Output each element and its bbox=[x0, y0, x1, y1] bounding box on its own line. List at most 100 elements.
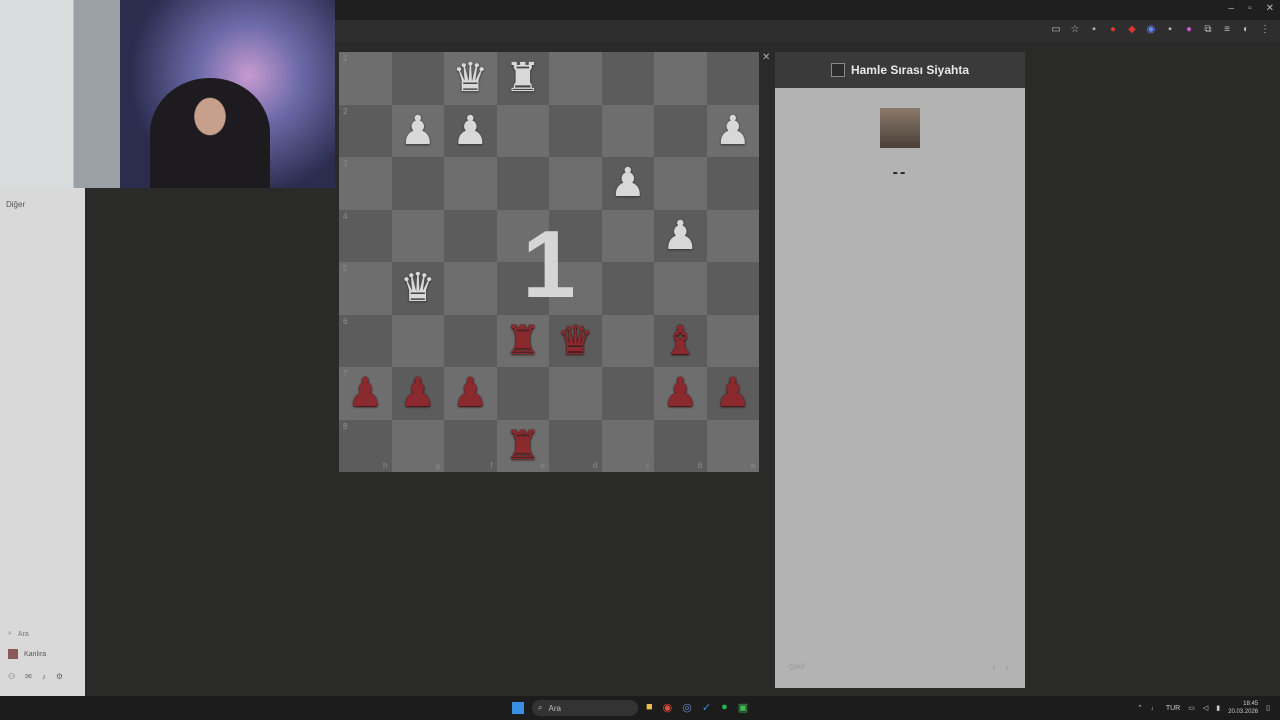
black-piece[interactable]: ♝ bbox=[662, 321, 698, 361]
board-square[interactable]: ♟ bbox=[654, 367, 707, 420]
board-square[interactable] bbox=[549, 367, 602, 420]
board-square[interactable]: ♜ bbox=[496, 314, 549, 367]
black-piece[interactable]: ♟ bbox=[662, 373, 698, 413]
white-piece[interactable]: ♟ bbox=[715, 111, 751, 151]
black-piece[interactable]: ♛ bbox=[557, 321, 593, 361]
close-icon[interactable]: ✕ bbox=[1266, 3, 1274, 14]
board-square[interactable] bbox=[444, 209, 497, 262]
white-piece[interactable]: ♜ bbox=[505, 58, 541, 98]
board-square[interactable]: c bbox=[601, 419, 654, 472]
sidebar-user[interactable]: Kanlıra bbox=[8, 649, 46, 659]
board-square[interactable] bbox=[391, 314, 444, 367]
extension-icon[interactable]: ● bbox=[1108, 24, 1118, 35]
board-square[interactable] bbox=[601, 52, 654, 105]
board-square[interactable]: ♟ bbox=[654, 209, 707, 262]
board-square[interactable] bbox=[549, 262, 602, 315]
board-square[interactable] bbox=[601, 104, 654, 157]
board-square[interactable]: e ♜ bbox=[496, 419, 549, 472]
black-piece[interactable]: ♟ bbox=[452, 373, 488, 413]
board-square[interactable] bbox=[444, 157, 497, 210]
board-square[interactable] bbox=[391, 157, 444, 210]
board-square[interactable] bbox=[706, 262, 759, 315]
board-square[interactable] bbox=[706, 52, 759, 105]
board-square[interactable]: a bbox=[706, 419, 759, 472]
menu-icon[interactable]: ≡ bbox=[1222, 24, 1232, 35]
board-square[interactable]: f bbox=[444, 419, 497, 472]
white-piece[interactable]: ♛ bbox=[400, 268, 436, 308]
white-piece[interactable]: ♟ bbox=[662, 216, 698, 256]
white-piece[interactable]: ♛ bbox=[452, 58, 488, 98]
mic-icon[interactable]: ♩ bbox=[1151, 705, 1158, 712]
gear-icon[interactable]: ⚙ bbox=[56, 672, 63, 681]
maximize-icon[interactable]: ▫ bbox=[1248, 3, 1252, 14]
board-square[interactable]: ♜ bbox=[496, 52, 549, 105]
discord-icon[interactable]: ◎ bbox=[682, 701, 692, 714]
board-square[interactable]: 7 ♟ bbox=[339, 367, 392, 420]
app-icon[interactable]: ▣ bbox=[738, 701, 748, 714]
board-square[interactable]: ♟ bbox=[706, 367, 759, 420]
extension-icon[interactable]: ▪ bbox=[1165, 24, 1175, 35]
white-piece[interactable]: ♟ bbox=[452, 111, 488, 151]
board-square[interactable]: ♟ bbox=[444, 104, 497, 157]
board-square[interactable] bbox=[496, 209, 549, 262]
board-square[interactable]: d bbox=[549, 419, 602, 472]
volume-icon[interactable]: ◁ bbox=[1203, 704, 1208, 712]
board-square[interactable] bbox=[549, 157, 602, 210]
notification-icon[interactable]: ▯ bbox=[1266, 704, 1270, 712]
windows-start-icon[interactable] bbox=[512, 702, 524, 714]
board-square[interactable] bbox=[391, 209, 444, 262]
board-square[interactable] bbox=[444, 262, 497, 315]
board-square[interactable] bbox=[601, 209, 654, 262]
sidebar-section-label[interactable]: Diğer bbox=[6, 200, 25, 209]
board-square[interactable]: 4 bbox=[339, 209, 392, 262]
friends-icon[interactable]: ⚇ bbox=[8, 672, 15, 681]
mail-icon[interactable]: ✉ bbox=[25, 672, 32, 681]
more-icon[interactable]: ⋮ bbox=[1260, 24, 1270, 35]
extension-icon[interactable]: ◉ bbox=[1146, 24, 1156, 35]
resign-button[interactable]: Çekil bbox=[789, 664, 805, 671]
board-square[interactable]: ♛ bbox=[391, 262, 444, 315]
extension-icon[interactable]: ◆ bbox=[1127, 24, 1137, 35]
file-explorer-icon[interactable]: ■ bbox=[646, 701, 653, 714]
board-square[interactable]: ♛ bbox=[549, 314, 602, 367]
black-piece[interactable]: ♜ bbox=[505, 426, 541, 466]
language-indicator[interactable]: TUR bbox=[1166, 705, 1180, 712]
board-square[interactable] bbox=[654, 52, 707, 105]
board-square[interactable]: ♟ bbox=[444, 367, 497, 420]
board-square[interactable] bbox=[549, 209, 602, 262]
board-square[interactable]: ♟ bbox=[706, 104, 759, 157]
board-square[interactable] bbox=[549, 52, 602, 105]
board-square[interactable]: ♛ bbox=[444, 52, 497, 105]
board-square[interactable] bbox=[706, 314, 759, 367]
board-square[interactable] bbox=[601, 314, 654, 367]
board-square[interactable] bbox=[654, 157, 707, 210]
board-square[interactable]: 6 bbox=[339, 314, 392, 367]
black-piece[interactable]: ♟ bbox=[347, 373, 383, 413]
board-square[interactable] bbox=[496, 104, 549, 157]
board-square[interactable]: 5 bbox=[339, 262, 392, 315]
next-move-button[interactable]: › bbox=[1006, 662, 1009, 673]
board-square[interactable]: ♟ bbox=[601, 157, 654, 210]
close-board-icon[interactable]: ✕ bbox=[762, 52, 770, 63]
extension-icon[interactable]: ▪ bbox=[1089, 24, 1099, 35]
taskbar-search[interactable]: ⌕ Ara bbox=[532, 700, 638, 716]
board-square[interactable]: 1 bbox=[339, 52, 392, 105]
puzzle-icon[interactable]: ⧉ bbox=[1203, 24, 1213, 35]
clock[interactable]: 18:45 20.03.2026 bbox=[1228, 700, 1258, 716]
network-icon[interactable]: ▭ bbox=[1188, 704, 1195, 712]
board-square[interactable] bbox=[549, 104, 602, 157]
board-square[interactable]: b bbox=[654, 419, 707, 472]
board-square[interactable] bbox=[391, 52, 444, 105]
profile-icon[interactable]: ◐ bbox=[1241, 24, 1251, 35]
chess-board[interactable]: 1 ♛ ♜ 2 ♟ ♟ ♟ 3 ♟ 4 ♟ 5 ♛ 6 ♜ ♛ ♝ 7 ♟ ♟ ♟ ♟ ♟ 8 h g f e ♜ d c b a bbox=[339, 52, 759, 472]
board-square[interactable] bbox=[601, 367, 654, 420]
board-square[interactable] bbox=[496, 157, 549, 210]
sidebar-search[interactable]: ⌕ Ara bbox=[8, 630, 29, 638]
board-square[interactable]: ♝ bbox=[654, 314, 707, 367]
vscode-icon[interactable]: ✓ bbox=[702, 701, 711, 714]
minimize-icon[interactable]: – bbox=[1229, 3, 1235, 14]
chrome-icon[interactable]: ◉ bbox=[663, 701, 673, 714]
bell-icon[interactable]: ♪ bbox=[42, 672, 46, 681]
board-square[interactable] bbox=[496, 262, 549, 315]
black-piece[interactable]: ♟ bbox=[400, 373, 436, 413]
